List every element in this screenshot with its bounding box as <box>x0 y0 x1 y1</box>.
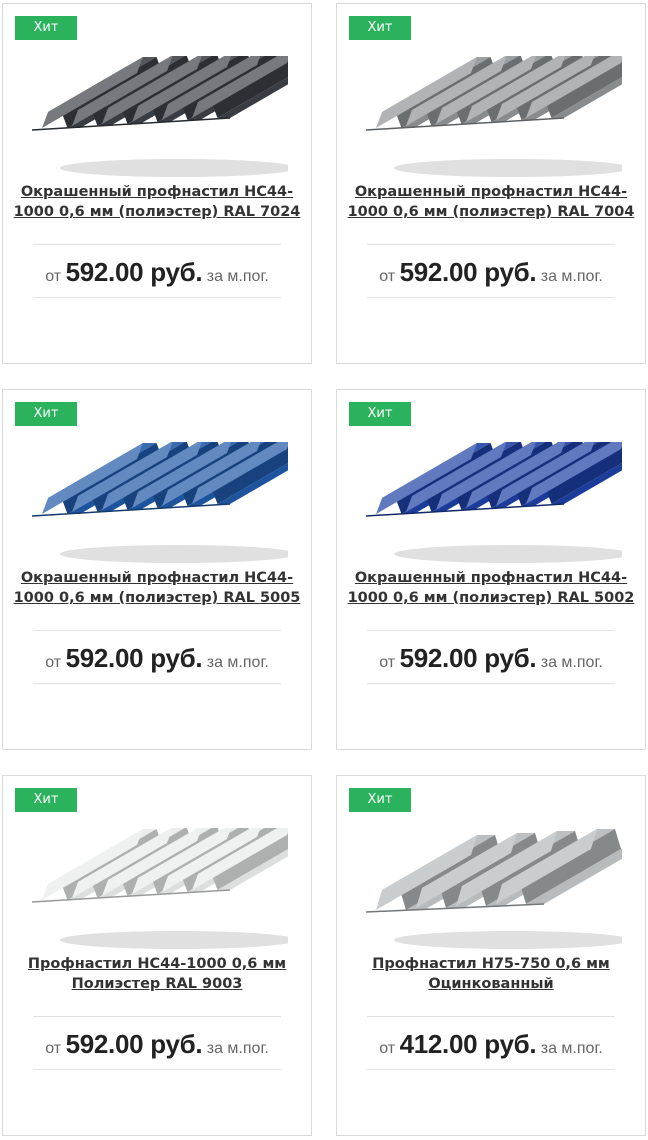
sheet-profiled-ral5005-icon <box>31 442 288 563</box>
price-prefix: от <box>45 268 62 285</box>
price-unit: за м.пог. <box>540 654 603 671</box>
divider <box>367 1069 615 1070</box>
price-prefix: от <box>379 268 396 285</box>
price-unit: за м.пог. <box>206 268 269 285</box>
divider <box>33 297 281 298</box>
product-card[interactable]: Хит Окрашенный профнастил НС44-1000 0,6 … <box>336 389 646 750</box>
price-prefix: от <box>45 654 62 671</box>
product-image[interactable] <box>362 828 622 953</box>
product-title-link[interactable]: Профнастил НС44-1000 0,6 мм Полиэстер RA… <box>11 954 303 994</box>
price-row: от 592.00 руб. за м.пог. <box>337 252 645 292</box>
divider <box>33 630 281 631</box>
hit-badge: Хит <box>349 402 411 426</box>
price-unit: за м.пог. <box>540 268 603 285</box>
price-value: 592.00 руб. <box>399 643 537 673</box>
price-value: 592.00 руб. <box>399 257 537 287</box>
product-card[interactable]: Хит Профнастил НС44-1000 0,6 мм Полиэсте… <box>2 775 312 1136</box>
divider <box>367 297 615 298</box>
price-row: от 592.00 руб. за м.пог. <box>3 1024 311 1064</box>
divider <box>33 1069 281 1070</box>
hit-badge: Хит <box>349 16 411 40</box>
product-title-link[interactable]: Окрашенный профнастил НС44-1000 0,6 мм (… <box>11 568 303 608</box>
product-title-link[interactable]: Профнастил Н75-750 0,6 мм Оцинкованный <box>345 954 637 994</box>
price-prefix: от <box>379 1040 396 1057</box>
product-title-link[interactable]: Окрашенный профнастил НС44-1000 0,6 мм (… <box>345 182 637 222</box>
price-value: 592.00 руб. <box>65 1029 203 1059</box>
price-prefix: от <box>379 654 396 671</box>
price-unit: за м.пог. <box>206 654 269 671</box>
divider <box>367 244 615 245</box>
divider <box>367 683 615 684</box>
product-title-link[interactable]: Окрашенный профнастил НС44-1000 0,6 мм (… <box>345 568 637 608</box>
divider <box>33 1016 281 1017</box>
price-value: 412.00 руб. <box>399 1029 537 1059</box>
product-image[interactable] <box>362 56 622 181</box>
price-unit: за м.пог. <box>206 1040 269 1057</box>
divider <box>33 244 281 245</box>
divider <box>367 1016 615 1017</box>
product-card[interactable]: Хит Профнастил Н75-750 0,6 мм Оцинкованн… <box>336 775 646 1136</box>
price-value: 592.00 руб. <box>65 257 203 287</box>
price-row: от 592.00 руб. за м.пог. <box>3 638 311 678</box>
sheet-profiled-ral9003-icon <box>31 828 288 949</box>
sheet-profiled-ral7024-icon <box>31 56 288 177</box>
price-row: от 592.00 руб. за м.пог. <box>337 638 645 678</box>
price-row: от 412.00 руб. за м.пог. <box>337 1024 645 1064</box>
sheet-profiled-galvanized-icon <box>365 829 622 949</box>
sheet-profiled-ral5002-icon <box>365 442 622 563</box>
product-title-link[interactable]: Окрашенный профнастил НС44-1000 0,6 мм (… <box>11 182 303 222</box>
product-image[interactable] <box>28 828 288 953</box>
product-image[interactable] <box>28 442 288 567</box>
product-image[interactable] <box>28 56 288 181</box>
hit-badge: Хит <box>15 16 77 40</box>
hit-badge: Хит <box>15 788 77 812</box>
divider <box>33 683 281 684</box>
product-card[interactable]: Хит Окрашенный профнастил НС44-1000 0,6 … <box>2 3 312 364</box>
price-unit: за м.пог. <box>540 1040 603 1057</box>
hit-badge: Хит <box>349 788 411 812</box>
product-image[interactable] <box>362 442 622 567</box>
hit-badge: Хит <box>15 402 77 426</box>
price-prefix: от <box>45 1040 62 1057</box>
price-value: 592.00 руб. <box>65 643 203 673</box>
product-card[interactable]: Хит Окрашенный профнастил НС44-1000 0,6 … <box>336 3 646 364</box>
sheet-profiled-ral7004-icon <box>365 56 622 177</box>
product-card[interactable]: Хит Окрашенный профнастил НС44-1000 0,6 … <box>2 389 312 750</box>
divider <box>367 630 615 631</box>
price-row: от 592.00 руб. за м.пог. <box>3 252 311 292</box>
